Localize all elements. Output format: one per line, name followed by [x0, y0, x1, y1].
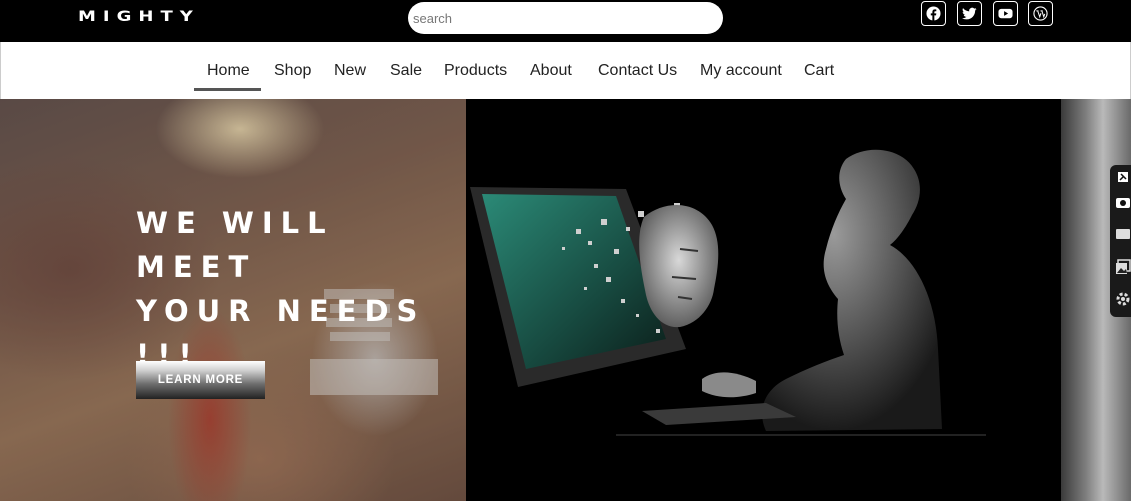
nav-contact-us[interactable]: Contact Us: [598, 62, 677, 80]
twitter-icon: [962, 7, 977, 20]
youtube-icon: [998, 8, 1013, 19]
brand-logo[interactable]: MIGHTY: [78, 8, 200, 25]
nav-my-account[interactable]: My account: [700, 62, 782, 80]
wordpress-icon: [1033, 6, 1048, 21]
active-nav-indicator: [194, 88, 261, 91]
learn-more-button[interactable]: LEARN MORE: [136, 361, 265, 399]
camera-icon[interactable]: [1114, 193, 1131, 210]
nav-about[interactable]: About: [530, 62, 572, 80]
nav-new[interactable]: New: [334, 62, 366, 80]
settings-icon[interactable]: [1114, 290, 1131, 307]
headline-line-2: YOUR NEEDS: [136, 294, 426, 328]
hero-slider: WE WILL MEET YOUR NEEDS !!! LEARN MORE: [0, 99, 1131, 501]
twitter-link[interactable]: [957, 1, 982, 26]
facebook-link[interactable]: [921, 1, 946, 26]
nav-products[interactable]: Products: [444, 62, 507, 80]
message-icon[interactable]: [1114, 225, 1131, 242]
nav-home[interactable]: Home: [207, 62, 250, 80]
top-bar: MIGHTY: [0, 0, 1131, 42]
nav-cart[interactable]: Cart: [804, 62, 834, 80]
hero-feature-image: [466, 99, 1061, 501]
facebook-icon: [926, 6, 941, 21]
wordpress-link[interactable]: [1028, 1, 1053, 26]
youtube-link[interactable]: [993, 1, 1018, 26]
hero-headline: WE WILL MEET YOUR NEEDS !!!: [136, 201, 456, 377]
main-nav: Home Shop New Sale Products About Contac…: [0, 42, 1131, 99]
nav-sale[interactable]: Sale: [390, 62, 422, 80]
pin-icon[interactable]: [1114, 168, 1131, 185]
search-input[interactable]: [408, 2, 723, 34]
nav-shop[interactable]: Shop: [274, 62, 311, 80]
headline-line-1: WE WILL MEET: [136, 206, 334, 284]
gallery-icon[interactable]: [1114, 258, 1131, 275]
digital-face-illustration: [470, 149, 986, 436]
